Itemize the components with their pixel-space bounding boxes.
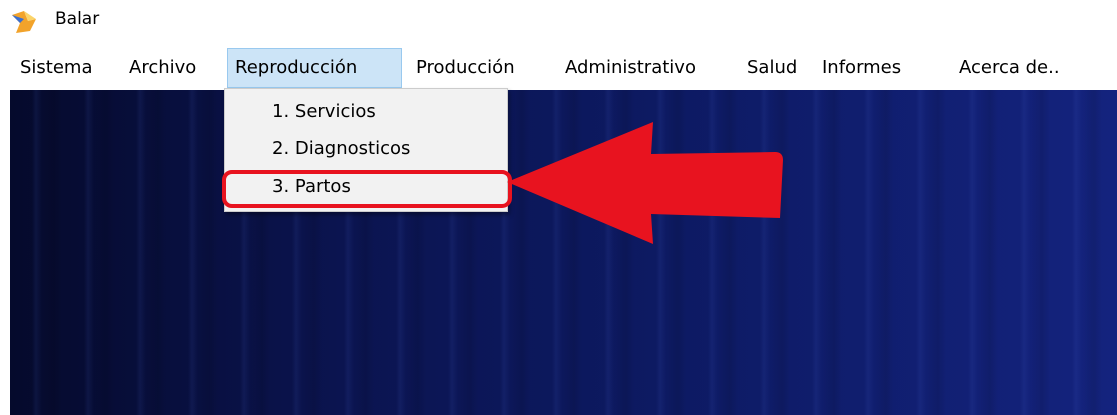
fox-app-icon bbox=[10, 9, 38, 35]
arrow-left-icon bbox=[505, 120, 790, 245]
menu-produccion[interactable]: Producción bbox=[409, 48, 522, 88]
menu-administrativo[interactable]: Administrativo bbox=[558, 48, 703, 88]
menu-item-diagnosticos[interactable]: 2. Diagnosticos bbox=[225, 132, 507, 166]
window-left-border bbox=[0, 90, 10, 415]
menu-salud[interactable]: Salud bbox=[740, 48, 804, 88]
menu-acerca-de[interactable]: Acerca de.. bbox=[952, 48, 1067, 88]
menu-informes[interactable]: Informes bbox=[815, 48, 908, 88]
menu-sistema[interactable]: Sistema bbox=[13, 48, 100, 88]
annotation-highlight-ring bbox=[222, 170, 512, 208]
menu-item-servicios[interactable]: 1. Servicios bbox=[225, 95, 507, 129]
window-title: Balar bbox=[55, 9, 100, 29]
menu-bar: Sistema Archivo Reproducción Producción … bbox=[0, 48, 1117, 90]
title-bar: Balar bbox=[0, 0, 1117, 44]
menu-reproduccion[interactable]: Reproducción bbox=[227, 48, 402, 88]
menu-archivo[interactable]: Archivo bbox=[122, 48, 203, 88]
